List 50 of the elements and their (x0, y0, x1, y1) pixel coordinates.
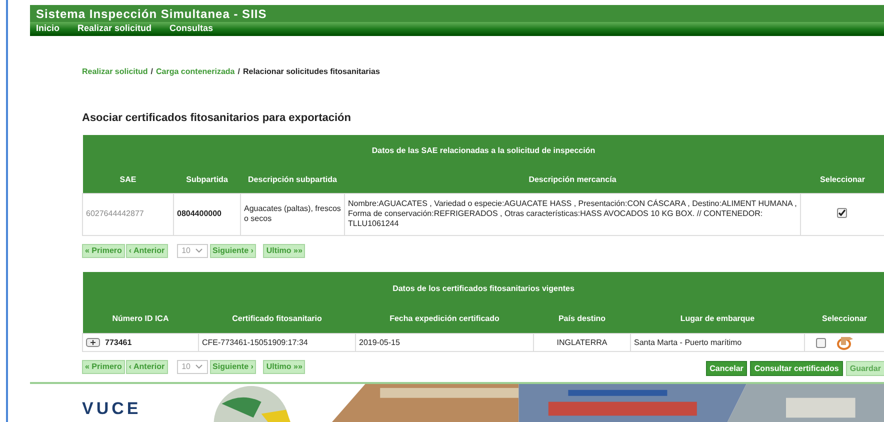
nav-link[interactable]: Realizar solicitud (78, 22, 152, 36)
action-button[interactable]: Consultar certificados (750, 361, 843, 376)
table-cell: Santa Marta - Puerto marítimo (630, 334, 804, 352)
table-caption: Datos de los certificados fitosanitarios vigentes (82, 272, 884, 306)
page-title: Asociar certificados fitosanitarios para exportación (82, 110, 352, 126)
table-cell: 0804400000 (174, 193, 240, 235)
page-size-select[interactable]: 10 (176, 360, 208, 374)
previous-page-button[interactable]: ‹ Anterior (126, 244, 168, 258)
column-header: Número ID ICA (82, 306, 198, 334)
first-page-button[interactable]: « Primero (82, 244, 125, 258)
next-page-button[interactable]: Siguiente › (210, 244, 256, 258)
previous-page-button[interactable]: ‹ Anterior (126, 360, 168, 374)
table-cell: 6027644442877 (82, 193, 174, 235)
nav-link[interactable]: Consultas (170, 22, 214, 36)
column-header: Seleccionar (804, 306, 884, 334)
table-cell: Nombre:AGUACATES , Variedad o especie:AGUACATE HASS , Presentación:CON CÁSCARA , Destino:ALIMENT HUMANA , Forma de conservación:REFRIGERADOS , Otras características:HASS AVOCADOS 10 KG BOX. // CONTENEDOR: TLLU1061244 (344, 193, 800, 235)
column-header: Certificado fitosanitario (198, 306, 356, 334)
breadcrumb-current: Relacionar solicitudes fitosanitarias (242, 66, 380, 78)
table-cell: 2019-05-15 (356, 334, 534, 352)
breadcrumb-link[interactable]: Carga contenerizada (156, 66, 235, 78)
column-header: Seleccionar (800, 167, 884, 193)
select-checkbox[interactable] (837, 208, 848, 218)
id-text: 773461 (105, 336, 132, 348)
app-title: Sistema Inspección Simultanea - SIIS (36, 6, 267, 22)
column-header: Descripción subpartida (240, 167, 344, 193)
chevron-down-icon (194, 364, 203, 370)
chevron-down-icon (194, 248, 203, 254)
column-header: SAE (82, 167, 174, 193)
expand-icon[interactable] (86, 338, 100, 347)
footer-logo: VUCE (82, 398, 142, 420)
nav-link[interactable]: Inicio (36, 22, 60, 36)
page-size-select[interactable]: 10 (176, 244, 208, 258)
column-header: Lugar de embarque (630, 306, 804, 334)
next-page-button[interactable]: Siguiente › (210, 360, 256, 374)
last-page-button[interactable]: Ultimo »» (263, 244, 306, 258)
breadcrumb-separator: / (238, 66, 240, 78)
column-header: País destino (534, 306, 630, 334)
select-checkbox[interactable] (816, 338, 826, 348)
column-header: Fecha expedición certificado (356, 306, 534, 334)
action-button[interactable]: Cancelar (706, 361, 748, 376)
table-cell: Aguacates (paltas), frescos o secos (240, 193, 344, 235)
column-header: Subpartida (174, 167, 240, 193)
breadcrumb-separator: / (150, 66, 154, 78)
last-page-button[interactable]: Ultimo »» (263, 360, 306, 374)
table-cell: INGLATERRA (534, 334, 630, 352)
table-cell: CFE-773461-15051909:17:34 (198, 334, 356, 352)
breadcrumb-link[interactable]: Realizar solicitud (82, 66, 148, 78)
table-caption: Datos de las SAE relacionadas a la solicitud de inspección (82, 135, 884, 167)
column-header: Descripción mercancía (344, 167, 800, 193)
first-page-button[interactable]: « Primero (82, 360, 125, 374)
